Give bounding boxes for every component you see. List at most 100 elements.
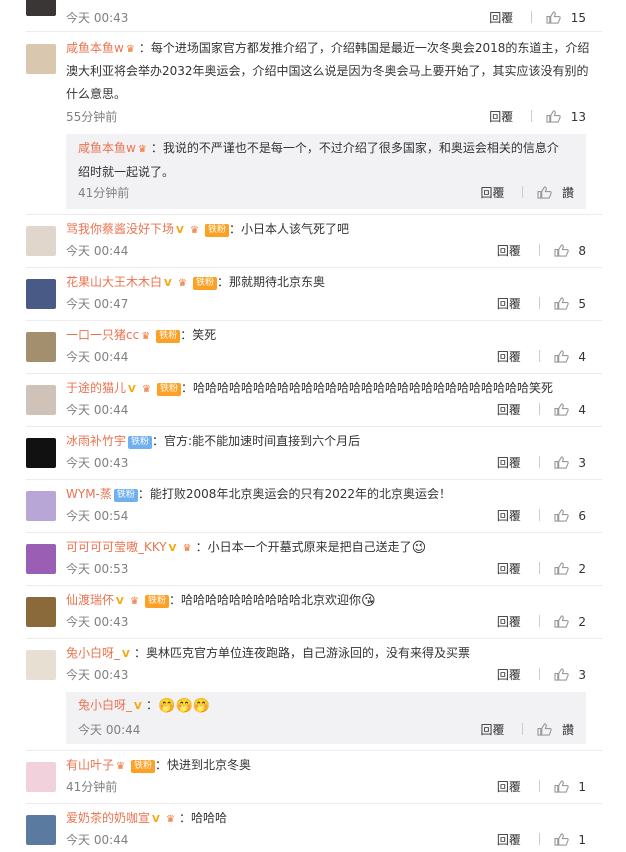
reply-button[interactable]: 回覆 — [497, 561, 521, 577]
comment-username[interactable]: WYM-蒸 — [66, 487, 112, 501]
thumbs-up-icon[interactable] — [546, 11, 561, 24]
avatar[interactable] — [26, 544, 56, 574]
crown-icon: ♛ — [190, 225, 199, 236]
like-label: 讚 — [561, 186, 574, 200]
reply-button[interactable]: 回覆 — [497, 349, 521, 365]
thumbs-up-icon[interactable] — [537, 186, 552, 199]
comment-item: 冰雨补竹宇 铁粉 ：官方:能不能加速时间直接到六个月后 今天 00:43 回覆 3 — [0, 430, 626, 480]
comment-actions: 回覆 15 — [489, 10, 586, 26]
face-emoji-icon: 😘 — [361, 593, 376, 609]
sub-comment-text-line: 咸鱼本鱼w ♛ ：我说的不严谨也不是每一个，不过介绍了很多国家，和奥运会相关的信息介… — [78, 136, 570, 184]
avatar[interactable] — [26, 597, 56, 627]
comment-item: 花果山大王木木白 V ♛ 铁粉 ：那就期待北京东奥 今天 00:47 回覆 5 — [0, 271, 626, 321]
divider — [26, 532, 602, 533]
divider — [26, 426, 602, 427]
comment-text-line: 于途的猫儿 V ♛ 铁粉 ：哈哈哈哈哈哈哈哈哈哈哈哈哈哈哈哈哈哈哈哈哈哈哈哈哈哈哈哈笑死 — [66, 377, 590, 400]
thumbs-up-icon[interactable] — [553, 244, 569, 257]
comment-username[interactable]: 咸鱼本鱼w — [78, 141, 136, 155]
thumbs-up-icon[interactable] — [553, 403, 569, 416]
avatar[interactable] — [26, 491, 56, 521]
reply-button[interactable]: 回覆 — [497, 667, 521, 683]
comment-text-line: 爱奶茶的奶咖宣 V ♛ ：哈哈哈 — [66, 807, 590, 830]
avatar[interactable] — [26, 815, 56, 845]
avatar[interactable] — [26, 332, 56, 362]
thumbs-up-icon[interactable] — [553, 780, 569, 793]
verified-icon: V — [122, 649, 130, 660]
divider — [26, 479, 602, 480]
comment-item: 一口一只猪cc ♛ 铁粉 ：笑死 今天 00:44 回覆 4 — [0, 324, 626, 374]
reply-button[interactable]: 回覆 — [497, 455, 521, 471]
reply-button[interactable]: 回覆 — [497, 832, 521, 848]
thumbs-up-icon[interactable] — [553, 562, 569, 575]
comment-username[interactable]: 冰雨补竹宇 — [66, 434, 126, 448]
comment-username[interactable]: 花果山大王木木白 — [66, 275, 162, 289]
comment-username[interactable]: 可可可可莹嗷_KKY — [66, 540, 167, 554]
comment-actions: 回覆 2 — [497, 561, 586, 577]
thumbs-up-icon[interactable] — [553, 615, 569, 628]
reply-button[interactable]: 回覆 — [497, 614, 521, 630]
comment-username[interactable]: 咸鱼本鱼w — [66, 41, 124, 55]
avatar[interactable] — [26, 438, 56, 468]
avatar[interactable] — [26, 385, 56, 415]
comment-item: 骂我你蔡酱没好下场 V ♛ 铁粉 ：小日本人该气死了吧 今天 00:44 回覆 8 — [0, 218, 626, 268]
comment-username[interactable]: 一口一只猪cc — [66, 328, 139, 342]
comment-actions: 回覆 3 — [497, 667, 586, 683]
reply-button[interactable]: 回覆 — [480, 722, 504, 738]
avatar[interactable] — [26, 226, 56, 256]
fan-badge: 铁粉 — [128, 436, 153, 449]
like-count: 3 — [578, 668, 586, 682]
comment-username[interactable]: 兔小白呀_ — [66, 646, 120, 660]
thumbs-up-icon[interactable] — [553, 668, 569, 681]
divider — [26, 750, 602, 751]
avatar[interactable] — [26, 279, 56, 309]
comment-username[interactable]: 仙渡瑞伓 — [66, 593, 114, 607]
divider — [538, 509, 540, 521]
comment-actions: 回覆 4 — [497, 402, 586, 418]
thumbs-up-icon[interactable] — [553, 350, 569, 363]
reply-button[interactable]: 回覆 — [497, 402, 521, 418]
comment-username[interactable]: 有山叶子 — [66, 758, 114, 772]
reply-button[interactable]: 回覆 — [489, 10, 513, 26]
avatar[interactable] — [26, 650, 56, 680]
comment-username[interactable]: 于途的猫儿 — [66, 381, 126, 395]
sub-comment-box: 咸鱼本鱼w ♛ ：我说的不严谨也不是每一个，不过介绍了很多国家，和奥运会相关的信息介… — [66, 134, 586, 209]
comment-actions: 回覆 讚 — [480, 185, 574, 201]
reply-button[interactable]: 回覆 — [480, 185, 504, 201]
divider — [522, 186, 524, 198]
comment-text-line: WYM-蒸 铁粉 ：能打败2008年北京奥运会的只有2022年的北京奥运会！ — [66, 483, 590, 506]
like-count: 15 — [570, 11, 586, 25]
reply-button[interactable]: 回覆 — [497, 296, 521, 312]
comment-username[interactable]: 爱奶茶的奶咖宣 — [66, 811, 150, 825]
comment-item: 有山叶子 ♛ 铁粉 ：快进到北京冬奥 41分钟前 回覆 1 — [0, 754, 626, 804]
comment-time: 今天 00:53 — [66, 562, 129, 576]
fan-badge: 铁粉 — [193, 277, 218, 290]
comment-actions: 回覆 1 — [497, 779, 586, 795]
reply-button[interactable]: 回覆 — [497, 508, 521, 524]
avatar[interactable] — [26, 44, 56, 74]
thumbs-up-icon[interactable] — [553, 297, 569, 310]
comment-time: 今天 00:43 — [66, 456, 129, 470]
comment-text-line: 有山叶子 ♛ 铁粉 ：快进到北京冬奥 — [66, 754, 590, 777]
comment-username[interactable]: 兔小白呀_ — [78, 698, 132, 712]
comment-text-line: 骂我你蔡酱没好下场 V ♛ 铁粉 ：小日本人该气死了吧 — [66, 218, 590, 241]
thumbs-up-icon[interactable] — [537, 723, 552, 736]
comment-actions: 回覆 6 — [497, 508, 586, 524]
thumbs-up-icon[interactable] — [546, 110, 561, 123]
comment-time: 今天 00:43 — [66, 615, 129, 629]
avatar[interactable] — [26, 0, 56, 16]
comment-text-line: 可可可可莹嗷_KKY V ♛ ：小日本一个开墓式原来是把自己送走了😉 — [66, 536, 590, 560]
thumbs-up-icon[interactable] — [553, 509, 569, 522]
comment-actions: 回覆 8 — [497, 243, 586, 259]
reply-button[interactable]: 回覆 — [497, 779, 521, 795]
comment-time: 今天 00:43 — [66, 11, 129, 25]
divider — [26, 214, 602, 215]
thumbs-up-icon[interactable] — [553, 456, 569, 469]
comment-username[interactable]: 骂我你蔡酱没好下场 — [66, 222, 174, 236]
thumbs-up-icon[interactable] — [553, 833, 569, 846]
avatar[interactable] — [26, 762, 56, 792]
comment-text: ：能打败2008年北京奥运会的只有2022年的北京奥运会！ — [137, 487, 451, 501]
divider — [538, 780, 540, 792]
reply-button[interactable]: 回覆 — [489, 109, 513, 125]
reply-button[interactable]: 回覆 — [497, 243, 521, 259]
like-count: 2 — [578, 562, 586, 576]
